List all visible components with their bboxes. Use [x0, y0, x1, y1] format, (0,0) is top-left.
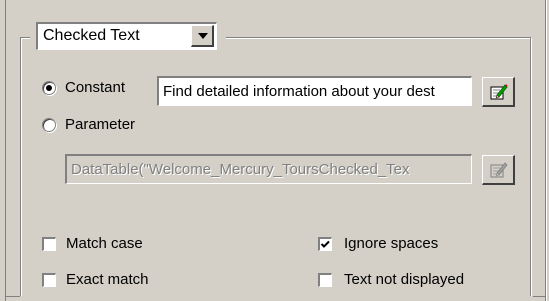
constant-value-input[interactable]: Find detailed information about your des…	[157, 76, 472, 106]
checkmark-icon	[320, 240, 330, 248]
parameter-edit-button	[482, 155, 515, 185]
constant-edit-button[interactable]	[482, 77, 515, 107]
parameter-label[interactable]: Parameter	[65, 116, 135, 133]
groupbox-bottom-mask	[20, 296, 533, 301]
ignore-spaces-checkbox[interactable]	[318, 237, 332, 251]
parameter-radio[interactable]	[42, 118, 56, 132]
property-select-dropdown-button[interactable]	[191, 25, 214, 47]
ignore-spaces-label[interactable]: Ignore spaces	[344, 235, 438, 252]
match-case-checkbox[interactable]	[42, 237, 56, 251]
radio-selected-dot	[46, 85, 52, 91]
text-not-displayed-label[interactable]: Text not displayed	[344, 271, 464, 288]
match-case-label[interactable]: Match case	[66, 235, 143, 252]
frame-left-edge	[5, 0, 6, 301]
constant-value-text: Find detailed information about your des…	[163, 83, 435, 100]
chevron-down-icon	[198, 33, 208, 39]
parameter-value-text: DataTable("Welcome_Mercury_ToursChecked_…	[71, 161, 410, 178]
text-not-displayed-checkbox[interactable]	[318, 273, 332, 287]
edit-pencil-icon	[490, 84, 508, 100]
constant-label[interactable]: Constant	[65, 79, 125, 96]
property-select[interactable]: Checked Text	[36, 22, 217, 50]
frame-right-highlight	[546, 0, 547, 301]
property-select-value: Checked Text	[43, 27, 140, 44]
parameter-value-input: DataTable("Welcome_Mercury_ToursChecked_…	[65, 154, 472, 184]
edit-pencil-icon	[490, 162, 508, 178]
constant-radio[interactable]	[42, 81, 56, 95]
exact-match-checkbox[interactable]	[42, 273, 56, 287]
exact-match-label[interactable]: Exact match	[66, 271, 149, 288]
